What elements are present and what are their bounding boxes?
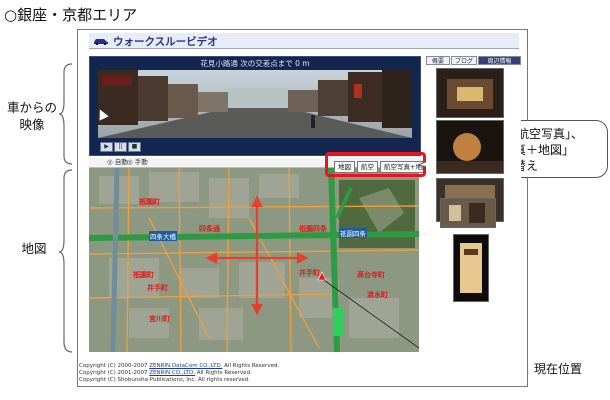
nearby-thumbnail[interactable] — [436, 68, 504, 118]
map-place-label: 高台寺町 — [357, 271, 385, 279]
copyright-text: Copyright (C) Shobunsha Publications, In… — [79, 377, 250, 383]
page-heading: ○銀座・京都エリア — [4, 6, 138, 24]
tab-overview[interactable]: 概要 — [426, 56, 450, 65]
map-place-label: 井手町 — [147, 284, 168, 292]
auto-mode-toggle[interactable]: ◎ 自動 — [107, 158, 128, 167]
manual-mode-toggle[interactable]: ◎ 手動 — [127, 158, 148, 167]
app-title: ウォークスルービデオ — [113, 36, 218, 48]
pause-button[interactable]: || — [114, 142, 127, 152]
nearby-thumbnail[interactable] — [453, 234, 489, 302]
nearby-thumbnail[interactable] — [436, 120, 504, 174]
right-info-column: 概要 ブログ 周辺情報 — [426, 56, 521, 352]
map-place-label: 祇園町 — [133, 271, 154, 279]
copyright-text: All Rights Reserved. — [222, 363, 280, 369]
copyright-text: All Rights Reserved. — [195, 370, 252, 376]
nearby-thumbnail[interactable] — [440, 198, 496, 228]
copyright-link[interactable]: ZENRIN DataCom CO.,LTD. — [149, 363, 222, 369]
map-place-label: 祇園町 — [139, 198, 160, 206]
map-section-label: 地図 — [21, 241, 47, 256]
car-icon — [94, 39, 108, 45]
play-button[interactable]: ▶ — [100, 142, 113, 152]
copyright-text: Copyright (C) 2001-2007 — [79, 370, 150, 376]
aerial-map — [89, 158, 419, 352]
map-place-label: 祇園四条 — [339, 228, 367, 238]
map-place-label: 宮川町 — [149, 315, 170, 323]
map-place-label: 井手町 — [299, 269, 320, 277]
map-place-label: 四条通 — [199, 225, 220, 233]
map-panel[interactable]: ◎ 自動 ◎ 手動 祇園町 祇園町 四条大橋 祇園四条 井手町 井手町 清水町 … — [89, 158, 419, 352]
street-view-video[interactable] — [98, 70, 412, 138]
map-place-label: 清水町 — [367, 291, 388, 299]
stop-button[interactable]: ■ — [128, 142, 141, 152]
tab-nearby-info[interactable]: 周辺情報 — [478, 56, 521, 65]
tab-blog[interactable]: ブログ — [451, 56, 477, 65]
switch-highlight-box — [325, 152, 426, 177]
current-position-label: 現在位置 — [534, 362, 583, 376]
annotation-braces — [58, 63, 73, 353]
copyright-link[interactable]: ZENRIN CO.,LTD. — [149, 370, 195, 376]
map-place-label: 祇園四条 — [299, 225, 327, 233]
video-section-label: 車からの 映像 — [6, 100, 57, 132]
video-header: 花見小路通 次の交差点まで 0 m — [200, 59, 310, 68]
video-panel: 花見小路通 次の交差点まで 0 m ▶ || ■ — [89, 56, 421, 156]
copyright-notice: Copyright (C) 2000-2007 ZENRIN DataCom C… — [79, 363, 279, 384]
map-place-label: 四条大橋 — [149, 231, 177, 241]
app-banner: ウォークスルービデオ — [89, 33, 519, 49]
copyright-text: Copyright (C) 2000-2007 — [79, 363, 150, 369]
